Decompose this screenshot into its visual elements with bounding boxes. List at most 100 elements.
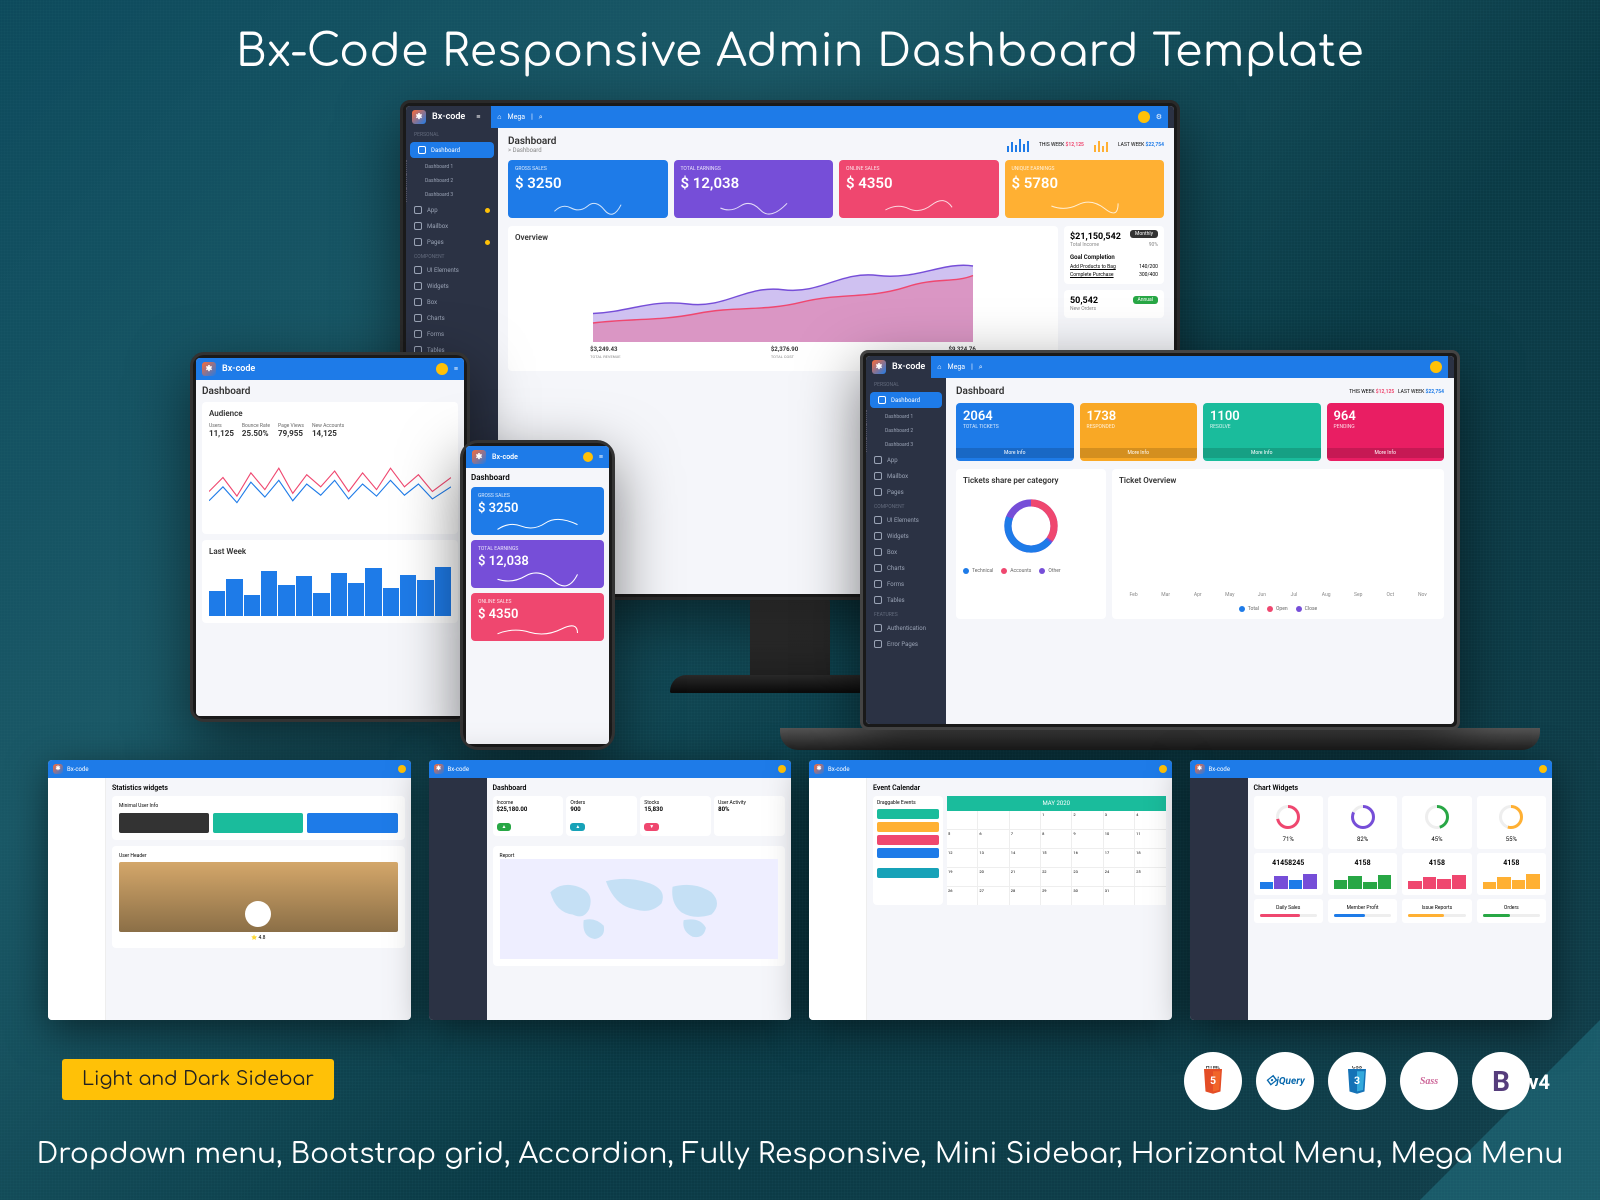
mega-menu[interactable]: Mega: [948, 363, 966, 371]
phone-page-title: Dashboard: [471, 473, 604, 482]
sidebar-item-dashboard[interactable]: Dashboard: [410, 142, 494, 158]
sidebar-item-dashboard[interactable]: Dashboard: [870, 392, 942, 408]
thumb-statistics[interactable]: ✱Bx-code Statistics widgets Minimal User…: [48, 760, 411, 1020]
tech-badges: HTML5 ⟐jQuery CSS3 Sass Bv4: [1184, 1052, 1530, 1110]
dashboard-icon: [418, 146, 426, 154]
header-mini-bars: [1007, 138, 1029, 152]
sidebar-item-dashboard3[interactable]: Dashboard 3: [406, 188, 498, 202]
bar-title: Ticket Overview: [1119, 476, 1437, 485]
stat-cards-row: GROSS SALES $ 3250 TOTAL EARNINGS $ 12,0…: [508, 160, 1164, 218]
tickets-pending[interactable]: 964PendingMore Info: [1327, 403, 1445, 461]
tablet-page-title: Dashboard: [202, 386, 458, 397]
html5-badge: HTML 5: [1184, 1052, 1242, 1110]
svg-text:3: 3: [1354, 1074, 1360, 1087]
menu-toggle-icon[interactable]: ≡: [471, 113, 485, 121]
sidebar-section-component: COMPONENT: [406, 250, 498, 262]
sidebar-item-app[interactable]: App: [406, 202, 498, 218]
last-week-chart: [209, 561, 451, 616]
menu-icon[interactable]: ≡: [599, 453, 603, 461]
avatar[interactable]: [1430, 361, 1442, 373]
goal-2[interactable]: Complete Purchase: [1070, 272, 1114, 278]
goal-1[interactable]: Add Products to Bag: [1070, 264, 1116, 270]
tickets-total[interactable]: 2064Total TicketsMore Info: [956, 403, 1074, 461]
thumb-dashboard[interactable]: ✱Bx-code Dashboard Income$25,180.00▲ Ord…: [429, 760, 792, 1020]
tickets-responded[interactable]: 1738RespondedMore Info: [1080, 403, 1198, 461]
settings-icon[interactable]: ⚙: [1156, 113, 1162, 121]
thumb-calendar[interactable]: ✱Bx-code Event Calendar Draggable Events…: [809, 760, 1172, 1020]
stat-card-unique-earnings[interactable]: UNIQUE EARNINGS $ 5780: [1005, 160, 1165, 218]
calendar-grid[interactable]: 1234567891011121314151617181920212223242…: [947, 811, 1166, 905]
last-week-value: $22,754: [1146, 142, 1164, 148]
pages-icon: [414, 238, 422, 246]
logo-icon: ✱: [872, 360, 886, 374]
avatar[interactable]: [436, 363, 448, 375]
sidebar-item-forms[interactable]: Forms: [406, 326, 498, 342]
laptop-topbar: ✱ Bx-code ⌂ Mega| ⌕: [866, 356, 1454, 378]
features-line: Dropdown menu, Bootstrap grid, Accordion…: [0, 1138, 1600, 1170]
svg-text:5: 5: [1210, 1074, 1216, 1087]
app-topbar: ✱ Bx-code ≡ ⌂ Mega | ⌕ ⚙: [406, 106, 1174, 128]
tickets-pie-chart: [995, 490, 1067, 562]
audience-title: Audience: [209, 409, 451, 418]
mega-menu[interactable]: Mega: [508, 113, 526, 121]
overview-chart: [515, 247, 1051, 342]
thumb-widgets[interactable]: ✱Bx-code Chart Widgets 71% 82% 45% 55% 4…: [1190, 760, 1553, 1020]
search-icon[interactable]: ⌕: [539, 113, 543, 122]
logo-icon: ✱: [202, 362, 216, 376]
goal-title: Goal Completion: [1070, 254, 1158, 261]
sidebar-item-widgets[interactable]: Widgets: [406, 278, 498, 294]
overview-title: Overview: [515, 233, 1051, 242]
home-icon[interactable]: ⌂: [937, 363, 941, 371]
box-icon: [414, 298, 422, 306]
sidebar-item-mailbox[interactable]: Mailbox: [406, 218, 498, 234]
sidebar-item-charts[interactable]: Charts: [406, 310, 498, 326]
sidebar-item-pages[interactable]: Pages: [406, 234, 498, 250]
monthly-badge: Monthly: [1130, 230, 1158, 238]
phone-stat-3[interactable]: ONLINE SALES $ 4350: [471, 593, 604, 641]
ticket-overview-chart: FebMarAprMayJunJulAugSepOctNov: [1119, 490, 1437, 588]
device-laptop: ✱ Bx-code ⌂ Mega| ⌕ PERSONAL Dashboard D…: [860, 350, 1460, 730]
last-week-title: Last Week: [209, 547, 451, 556]
stat-card-total-earnings[interactable]: TOTAL EARNINGS $ 12,038: [674, 160, 834, 218]
phone-stat-1[interactable]: GROSS SALES $ 3250: [471, 487, 604, 535]
sidebar-item-dashboard2[interactable]: Dashboard 2: [406, 174, 498, 188]
forms-icon: [414, 330, 422, 338]
avatar[interactable]: [1138, 111, 1150, 123]
phone-topbar: ✱ Bx-code ≡: [466, 446, 609, 468]
sidebar-item-dashboard1[interactable]: Dashboard 1: [406, 160, 498, 174]
svg-text:HTML: HTML: [1206, 1066, 1220, 1070]
app-icon: [414, 206, 422, 214]
sidebar-feature-pill: Light and Dark Sidebar: [62, 1059, 334, 1100]
corner-accent: [1420, 1020, 1600, 1200]
sidebar-section-personal: PERSONAL: [406, 128, 498, 140]
phone-stat-2[interactable]: TOTAL EARNINGS $ 12,038: [471, 540, 604, 588]
page-title: Bx-Code Responsive Admin Dashboard Templ…: [0, 28, 1600, 77]
logo-icon: ✱: [472, 450, 486, 464]
this-week-label: THIS WEEK: [1039, 142, 1064, 148]
avatar[interactable]: [583, 452, 593, 462]
device-phone: ✱ Bx-code ≡ Dashboard GROSS SALES $ 3250…: [460, 440, 615, 750]
home-icon[interactable]: ⌂: [497, 113, 501, 121]
audience-chart: [209, 442, 451, 527]
search-icon[interactable]: ⌕: [979, 363, 983, 372]
tablet-topbar: ✱ Bx-code ≡: [196, 358, 464, 380]
page-heading: Dashboard: [508, 136, 556, 147]
calendar-title: MAY 2020: [947, 796, 1166, 811]
sass-badge: Sass: [1400, 1052, 1458, 1110]
pie-title: Tickets share per category: [963, 476, 1099, 485]
laptop-base: [780, 728, 1540, 750]
laptop-page-heading: Dashboard: [956, 386, 1004, 397]
stat-card-gross-sales[interactable]: GROSS SALES $ 3250: [508, 160, 668, 218]
logo-icon: ✱: [412, 110, 426, 124]
device-tablet: ✱ Bx-code ≡ Dashboard Audience Users11,1…: [190, 352, 470, 722]
sidebar-item-ui[interactable]: UI Elements: [406, 262, 498, 278]
app-name: Bx-code: [432, 112, 465, 122]
menu-icon[interactable]: ≡: [454, 365, 458, 373]
tickets-resolve[interactable]: 1100ResolveMore Info: [1203, 403, 1321, 461]
sidebar-item-box[interactable]: Box: [406, 294, 498, 310]
mail-icon: [414, 222, 422, 230]
charts-icon: [414, 314, 422, 322]
annual-badge: Annual: [1133, 296, 1158, 304]
stat-card-online-sales[interactable]: ONLINE SALES $ 4350: [839, 160, 999, 218]
world-map: [500, 859, 779, 959]
